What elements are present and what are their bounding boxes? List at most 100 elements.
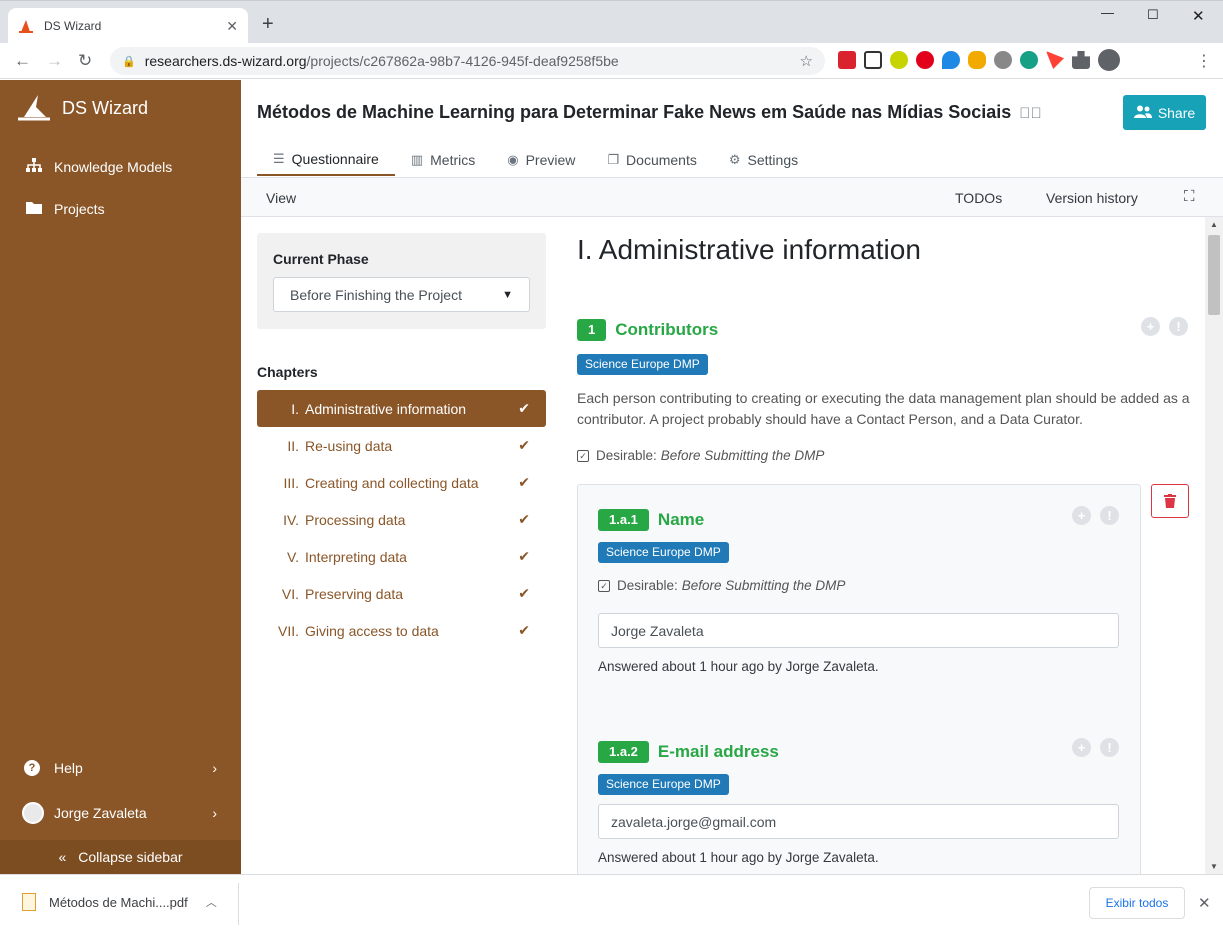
tab-settings[interactable]: ⚙ Settings xyxy=(713,144,814,176)
name-field[interactable]: Jorge Zavaleta xyxy=(598,613,1119,648)
chapter-item-7[interactable]: VII. Giving access to data ✔ xyxy=(257,612,546,649)
chapter-item-2[interactable]: II. Re-using data ✔ xyxy=(257,427,546,464)
users-icon xyxy=(1133,105,1152,121)
project-title-text: Métodos de Machine Learning para Determi… xyxy=(257,102,1012,122)
add-comment-icon[interactable]: + xyxy=(1072,506,1091,525)
view-menu[interactable]: View xyxy=(266,190,296,206)
collapse-sidebar-button[interactable]: « Collapse sidebar xyxy=(0,840,241,874)
scrollbar-thumb[interactable] xyxy=(1208,235,1220,315)
close-downloads-icon[interactable]: ✕ xyxy=(1198,894,1211,912)
bookmark-star-icon[interactable]: ☆ xyxy=(800,52,813,70)
phase-box: Current Phase Before Finishing the Proje… xyxy=(257,233,546,329)
tab-preview[interactable]: ◉ Preview xyxy=(491,144,591,176)
close-window-icon[interactable]: ✕ xyxy=(1192,7,1205,25)
share-button[interactable]: Share xyxy=(1123,95,1206,130)
chapter-item-3[interactable]: III. Creating and collecting data ✔ xyxy=(257,464,546,501)
saved-check-circle-icon: ✓⃝ xyxy=(1019,105,1042,122)
scroll-up-icon[interactable]: ▲ xyxy=(1210,220,1218,229)
extension-gear-icon[interactable] xyxy=(994,51,1012,69)
browser-window: DS Wizard ✕ + — ☐ ✕ ← → ↻ 🔒 researchers.… xyxy=(0,0,1223,932)
todos-button[interactable]: TODOs xyxy=(955,190,1002,206)
add-comment-icon[interactable]: + xyxy=(1072,738,1091,757)
tab-close-icon[interactable]: ✕ xyxy=(226,18,238,35)
tab-questionnaire[interactable]: ☰ Questionnaire xyxy=(257,144,395,176)
url-path: /projects/c267862a-98b7-4126-945f-deaf92… xyxy=(306,53,619,69)
chapter-item-1[interactable]: I. Administrative information ✔ xyxy=(257,390,546,427)
tab-label: Metrics xyxy=(430,152,476,168)
tab-strip: DS Wizard ✕ + — ☐ ✕ xyxy=(0,0,1223,44)
desirable-label: Desirable: xyxy=(596,448,657,463)
extensions-puzzle-icon[interactable] xyxy=(1072,51,1090,69)
desirable-note: ✓ Desirable: Before Submitting the DMP xyxy=(577,448,824,463)
chapter-item-6[interactable]: VI. Preserving data ✔ xyxy=(257,575,546,612)
main-area: Métodos de Machine Learning para Determi… xyxy=(241,80,1223,874)
extensions-bar xyxy=(838,49,1120,71)
questionnaire-content: I. Administrative information 1 Contribu… xyxy=(577,217,1207,874)
chapter-num: V. xyxy=(287,548,299,565)
chevron-right-icon: › xyxy=(212,760,217,776)
project-tabs: ☰ Questionnaire ▥ Metrics ◉ Preview ❐ Docume… xyxy=(257,144,814,176)
sidebar-user[interactable]: Jorge Zavaleta › xyxy=(0,802,241,824)
profile-icon[interactable] xyxy=(1098,49,1120,71)
minimize-icon[interactable]: — xyxy=(1101,5,1114,20)
show-all-button[interactable]: Exibir todos xyxy=(1089,887,1185,919)
tab-metrics[interactable]: ▥ Metrics xyxy=(395,144,491,176)
lock-icon: 🔒 xyxy=(122,55,136,68)
email-field[interactable]: zavaleta.jorge@gmail.com xyxy=(598,804,1119,839)
new-tab-button[interactable]: + xyxy=(262,13,274,36)
add-comment-icon[interactable]: + xyxy=(1141,317,1160,336)
back-icon[interactable]: ← xyxy=(14,51,31,71)
delete-item-button[interactable] xyxy=(1151,484,1189,518)
extension-lemon-icon[interactable] xyxy=(890,51,908,69)
check-icon: ✔ xyxy=(518,548,530,564)
extension-mendeley-icon[interactable] xyxy=(838,51,856,69)
content-scrollbar[interactable]: ▲ ▼ xyxy=(1205,217,1223,874)
maximize-icon[interactable]: ☐ xyxy=(1147,7,1159,23)
check-icon: ✔ xyxy=(518,511,530,527)
question-title: Name xyxy=(657,510,705,529)
help-label: Help xyxy=(54,760,83,776)
chapter-num: VII. xyxy=(277,622,299,639)
chevron-up-icon[interactable]: ︿ xyxy=(206,894,217,910)
chapter-label: Preserving data xyxy=(305,585,404,602)
desirable-label: Desirable: xyxy=(617,578,678,593)
chapter-label: Giving access to data xyxy=(305,622,439,639)
download-item[interactable]: Métodos de Machi....pdf ︿ xyxy=(22,893,217,911)
wizard-hat-icon xyxy=(18,95,50,121)
forward-icon[interactable]: → xyxy=(46,51,63,71)
chapter-item-5[interactable]: V. Interpreting data ✔ xyxy=(257,538,546,575)
tab-documents[interactable]: ❐ Documents xyxy=(591,144,712,176)
question-header: 1.a.2 E-mail address xyxy=(598,741,779,763)
sidebar-help[interactable]: ? Help › xyxy=(0,760,241,776)
check-icon: ✔ xyxy=(518,400,530,416)
extension-co-icon[interactable] xyxy=(968,51,986,69)
extension-chat-icon[interactable] xyxy=(1020,51,1038,69)
browser-menu-icon[interactable]: ⋮ xyxy=(1196,51,1212,71)
add-todo-icon[interactable]: ! xyxy=(1100,506,1119,525)
sidebar-item-knowledge-models[interactable]: Knowledge Models xyxy=(24,158,172,175)
browser-tab[interactable]: DS Wizard ✕ xyxy=(8,8,248,44)
downloads-bar: Métodos de Machi....pdf ︿ Exibir todos ✕ xyxy=(0,874,1223,932)
version-history-button[interactable]: Version history xyxy=(1046,190,1138,206)
answered-note: Answered about 1 hour ago by Jorge Zaval… xyxy=(598,850,879,865)
share-label: Share xyxy=(1157,104,1196,121)
phase-selected: Before Finishing the Project xyxy=(290,286,462,303)
fullscreen-icon[interactable]: ⛶ xyxy=(1184,188,1195,205)
chapter-item-4[interactable]: IV. Processing data ✔ xyxy=(257,501,546,538)
extension-adblock-icon[interactable] xyxy=(916,51,934,69)
url-bar[interactable]: 🔒 researchers.ds-wizard.org/projects/c26… xyxy=(110,47,825,75)
phase-select[interactable]: Before Finishing the Project ▼ xyxy=(273,277,530,312)
extension-drop-icon[interactable] xyxy=(942,51,960,69)
sidebar-item-projects[interactable]: Projects xyxy=(24,201,105,217)
extension-arrow-icon[interactable] xyxy=(1046,51,1064,69)
reload-icon[interactable]: ↻ xyxy=(78,51,92,71)
scroll-down-icon[interactable]: ▼ xyxy=(1210,862,1218,871)
sidebar: DS Wizard Knowledge Models Projects ? He… xyxy=(0,80,241,874)
app-logo[interactable]: DS Wizard xyxy=(16,93,148,123)
tab-label: Settings xyxy=(747,152,799,168)
tag-badge: Science Europe DMP xyxy=(598,774,729,795)
chapters-heading: Chapters xyxy=(257,364,318,380)
add-todo-icon[interactable]: ! xyxy=(1100,738,1119,757)
add-todo-icon[interactable]: ! xyxy=(1169,317,1188,336)
extension-grid-icon[interactable] xyxy=(864,51,882,69)
